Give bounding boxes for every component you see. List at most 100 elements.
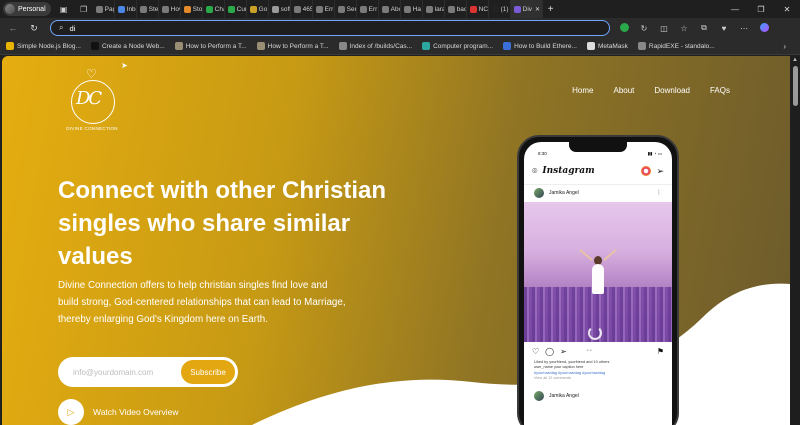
tab-favicon-icon (447, 5, 455, 13)
tab-favicon-icon (161, 5, 169, 13)
browser-essentials-icon[interactable]: ♥ (718, 24, 730, 33)
tab-label: Sen (346, 5, 356, 13)
browser-tab[interactable]: Step (137, 0, 159, 18)
bookmark-item[interactable]: MetaMask (586, 42, 628, 50)
email-field[interactable]: info@yourdomain.com (73, 368, 153, 377)
nav-home[interactable]: Home (572, 86, 593, 95)
collections-icon[interactable]: ⧉ (698, 23, 710, 33)
post-image (524, 202, 672, 342)
tab-favicon-icon (469, 5, 477, 13)
tab-label: Cur (236, 5, 247, 13)
browser-tab[interactable]: bac (445, 0, 467, 18)
reload-icon[interactable]: ↻ (26, 20, 42, 36)
browser-tab[interactable]: Go (247, 0, 269, 18)
browser-tab[interactable]: Abc (379, 0, 401, 18)
browser-tab[interactable]: Cha (203, 0, 225, 18)
scroll-up-icon[interactable]: ▲ (792, 57, 798, 63)
browser-tab[interactable]: Ha (401, 0, 423, 18)
browser-tab[interactable]: Cur (225, 0, 247, 18)
tab-label: Go (258, 5, 268, 13)
bookmark-item[interactable]: Index of /builds/Cas... (338, 42, 412, 50)
workspaces-icon[interactable]: ▣ (57, 2, 71, 16)
tab-favicon-icon (227, 5, 235, 13)
tab-favicon-icon (139, 5, 147, 13)
figure-dress (592, 264, 604, 294)
minimize-icon[interactable]: — (722, 5, 748, 14)
extension-icon[interactable] (618, 22, 630, 34)
comment-icon: ◯ (545, 346, 555, 356)
browser-tab[interactable]: NC (467, 0, 489, 18)
phone-notch (569, 142, 627, 152)
maximize-icon[interactable]: ❐ (748, 5, 774, 14)
browser-tab[interactable]: Err (357, 0, 379, 18)
bookmark-item[interactable]: How to Perform a T... (174, 42, 247, 50)
close-icon[interactable]: ✕ (774, 5, 800, 14)
address-input[interactable]: ⌕ di (50, 20, 610, 36)
browser-tab[interactable]: Err (313, 0, 335, 18)
tab-label: NC (478, 5, 489, 13)
refresh-extension-icon[interactable]: ↻ (638, 24, 650, 33)
tab-label: bac (456, 5, 467, 13)
bookmark-item[interactable]: Simple Node.js Blog... (6, 42, 81, 50)
bookmark-favicon-icon (422, 42, 431, 50)
tab-actions-icon[interactable]: ❐ (77, 2, 91, 16)
bookmark-favicon-icon (6, 42, 14, 50)
igtv-icon (641, 166, 652, 176)
hero-text: Divine Connection offers to help christi… (58, 280, 346, 325)
tab-favicon-icon (249, 5, 257, 13)
back-icon[interactable]: ← (5, 20, 21, 36)
profile-button[interactable]: Personal (3, 2, 51, 16)
nav-about[interactable]: About (614, 86, 635, 95)
browser-tab[interactable]: soft (269, 0, 291, 18)
watch-video-link[interactable]: ▷ Watch Video Overview (58, 399, 179, 425)
chevron-right-icon[interactable]: › (783, 42, 786, 51)
tab-favicon-icon (271, 5, 279, 13)
bookmark-item[interactable]: Create a Node Web... (90, 42, 165, 50)
browser-tab[interactable]: (1) (489, 0, 511, 18)
bookmark-favicon-icon (338, 42, 347, 50)
bookmarks-bar: Simple Node.js Blog... Create a Node Web.… (0, 38, 800, 55)
bookmark-item[interactable]: How to Perform a T... (256, 42, 329, 50)
address-bar: ← ↻ ⌕ di ↻ ◫ ☆ ⧉ ♥ ⋯ (0, 18, 800, 38)
nav-faqs[interactable]: FAQs (710, 86, 730, 95)
bookmark-item[interactable]: How to Build Ethere... (503, 42, 577, 50)
logo-brand: DIVINE CONNECTION (66, 126, 118, 131)
play-icon: ▷ (58, 399, 84, 425)
camera-icon: ⌾ (532, 165, 538, 176)
close-tab-icon[interactable]: ✕ (535, 6, 540, 13)
tab-favicon-icon (513, 5, 521, 13)
scroll-thumb[interactable] (793, 66, 798, 106)
tab-favicon-icon (381, 5, 389, 13)
bookmark-label: How to Perform a T... (185, 42, 247, 50)
tab-favicon-icon (95, 5, 103, 13)
heart-icon: ♡ (86, 67, 97, 81)
hero-title: Connect with other Christian singles who… (58, 177, 387, 270)
browser-tab[interactable]: Sen (335, 0, 357, 18)
browser-tab[interactable]: 465 (291, 0, 313, 18)
split-screen-icon[interactable]: ◫ (658, 24, 670, 33)
tab-favicon-icon (205, 5, 213, 13)
tab-favicon-icon (183, 5, 191, 13)
site-logo[interactable]: ♡ DC DIVINE CONNECTION (62, 67, 122, 134)
browser-tab[interactable]: lara (423, 0, 445, 18)
post-username: Jamika Angel (549, 393, 579, 399)
nav-download[interactable]: Download (654, 86, 690, 95)
more-icon: ⋮ (656, 190, 662, 196)
bookmark-favicon-icon (174, 42, 183, 50)
copilot-icon[interactable] (758, 22, 770, 34)
browser-tab[interactable]: Pag (93, 0, 115, 18)
more-icon[interactable]: ⋯ (738, 24, 750, 33)
browser-tab[interactable]: Div ✕ (510, 0, 543, 18)
page-scrollbar[interactable]: ▲ (791, 56, 800, 425)
browser-tab[interactable]: Inb (115, 0, 137, 18)
tab-favicon-icon (491, 5, 499, 13)
browser-tab[interactable]: Hov (159, 0, 181, 18)
favorites-icon[interactable]: ☆ (678, 24, 690, 33)
phone-mockup: 8:30 ▮▮ ◔ ▭ ⌾ Instagram ➢ Jamika Angel ⋮ (517, 135, 679, 425)
browser-tab[interactable]: Sto (181, 0, 203, 18)
bookmark-favicon-icon (503, 42, 512, 50)
bookmark-item[interactable]: RapidEXE - standalo... (637, 42, 715, 50)
new-tab-button[interactable]: + (543, 0, 559, 18)
subscribe-button[interactable]: Subscribe (181, 360, 235, 384)
bookmark-item[interactable]: Computer program... (422, 42, 493, 50)
